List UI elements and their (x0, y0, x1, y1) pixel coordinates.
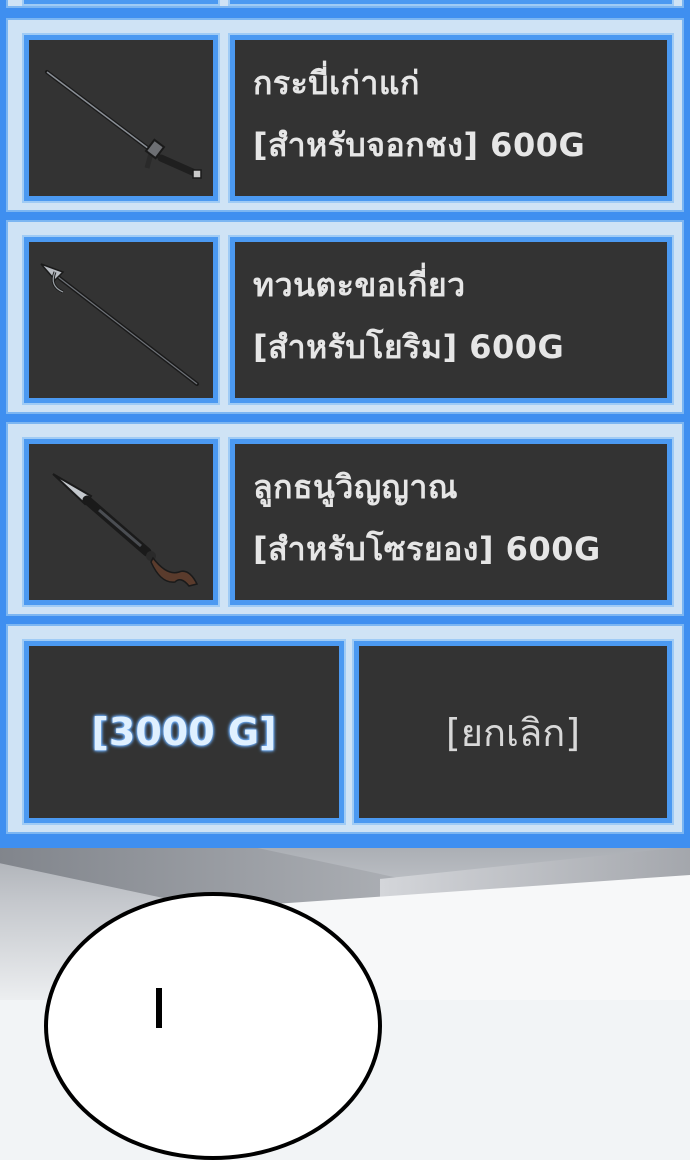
shop-row-partial (6, 0, 684, 8)
shop-item-row[interactable]: ลูกธนูวิญญาณ [สำหรับโซรยอง] 600G (6, 422, 684, 616)
shop-panel: กระบี่เก่าแก่ [สำหรับจอกชง] 600G ทวนตะขอ… (0, 0, 690, 848)
cancel-label: [ยกเลิก] (445, 710, 581, 755)
total-price-button[interactable]: [3000 G] (24, 641, 344, 823)
item-price: [สำหรับจอกชง] 600G (253, 126, 586, 164)
sword-icon (45, 70, 202, 179)
speech-bubble (44, 892, 382, 1160)
item-name: กระบี่เก่าแก่ (253, 64, 420, 102)
item-thumbnail-partial (24, 0, 218, 4)
item-price: [สำหรับโซรยอง] 600G (253, 530, 601, 568)
item-price: [สำหรับโยริม] 600G (253, 328, 565, 366)
item-name: ทวนตะขอเกี่ยว (253, 266, 466, 304)
item-info-partial (230, 0, 672, 4)
item-thumbnail[interactable] (24, 35, 218, 201)
item-name: ลูกธนูวิญญาณ (253, 468, 459, 506)
item-thumbnail[interactable] (24, 439, 218, 605)
spirit-arrow-icon (52, 473, 199, 587)
shop-item-row[interactable]: กระบี่เก่าแก่ [สำหรับจอกชง] 600G (6, 18, 684, 212)
item-info[interactable]: ทวนตะขอเกี่ยว [สำหรับโยริม] 600G (230, 237, 672, 403)
total-price-label: [3000 G] (91, 710, 277, 754)
item-thumbnail[interactable] (24, 237, 218, 403)
shop-item-row[interactable]: ทวนตะขอเกี่ยว [สำหรับโยริม] 600G (6, 220, 684, 414)
cancel-button[interactable]: [ยกเลิก] (354, 641, 672, 823)
item-info[interactable]: ลูกธนูวิญญาณ [สำหรับโซรยอง] 600G (230, 439, 672, 605)
shop-action-row: [3000 G] [ยกเลิก] (6, 624, 684, 834)
item-info[interactable]: กระบี่เก่าแก่ [สำหรับจอกชง] 600G (230, 35, 672, 201)
speech-bubble-text-stroke (156, 988, 162, 1028)
hook-spear-icon (40, 263, 199, 386)
